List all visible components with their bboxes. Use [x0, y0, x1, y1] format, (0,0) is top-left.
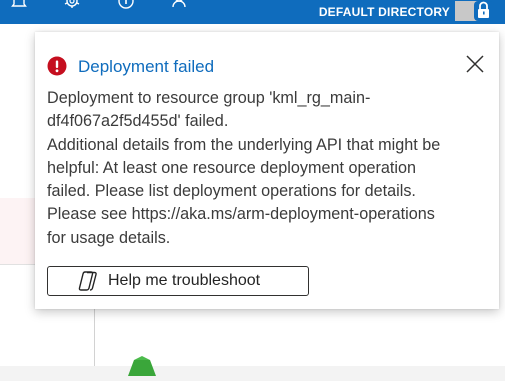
feedback-person-icon[interactable] [170, 0, 188, 10]
notification-message: Deployment to resource group 'kml_rg_mai… [47, 87, 487, 250]
message-line: Deployment to resource group 'kml_rg_mai… [47, 89, 371, 107]
message-line: Please see https://aka.ms/arm-deployment… [47, 205, 435, 224]
background-divider [0, 264, 36, 265]
error-icon [47, 56, 67, 76]
help-icon[interactable] [117, 0, 135, 10]
account-avatar-icon[interactable] [453, 0, 499, 21]
message-line: helpful: At least one resource deploymen… [47, 158, 416, 177]
background-error-row [0, 198, 36, 264]
message-line: df4f067a2f5d455d' failed. [47, 112, 229, 131]
directory-label[interactable]: DEFAULT DIRECTORY [319, 5, 450, 19]
help-button-label: Help me troubleshoot [108, 272, 261, 289]
copilot-icon [76, 269, 100, 293]
message-line: failed. Please list deployment operation… [47, 182, 416, 201]
help-me-troubleshoot-button[interactable]: Help me troubleshoot [47, 266, 309, 296]
message-line: for usage details. [47, 228, 171, 247]
close-icon[interactable] [465, 54, 485, 74]
background-divider-vertical [94, 300, 95, 366]
bell-icon[interactable] [10, 0, 28, 10]
notification-title: Deployment failed [78, 57, 215, 76]
message-line: Additional details from the underlying A… [47, 135, 441, 154]
settings-gear-icon[interactable] [63, 0, 81, 10]
top-navigation-bar: DEFAULT DIRECTORY [0, 0, 505, 24]
background-resource-icon [124, 356, 160, 376]
deployment-notification-popup: Deployment failed Deployment to resource… [35, 32, 499, 309]
